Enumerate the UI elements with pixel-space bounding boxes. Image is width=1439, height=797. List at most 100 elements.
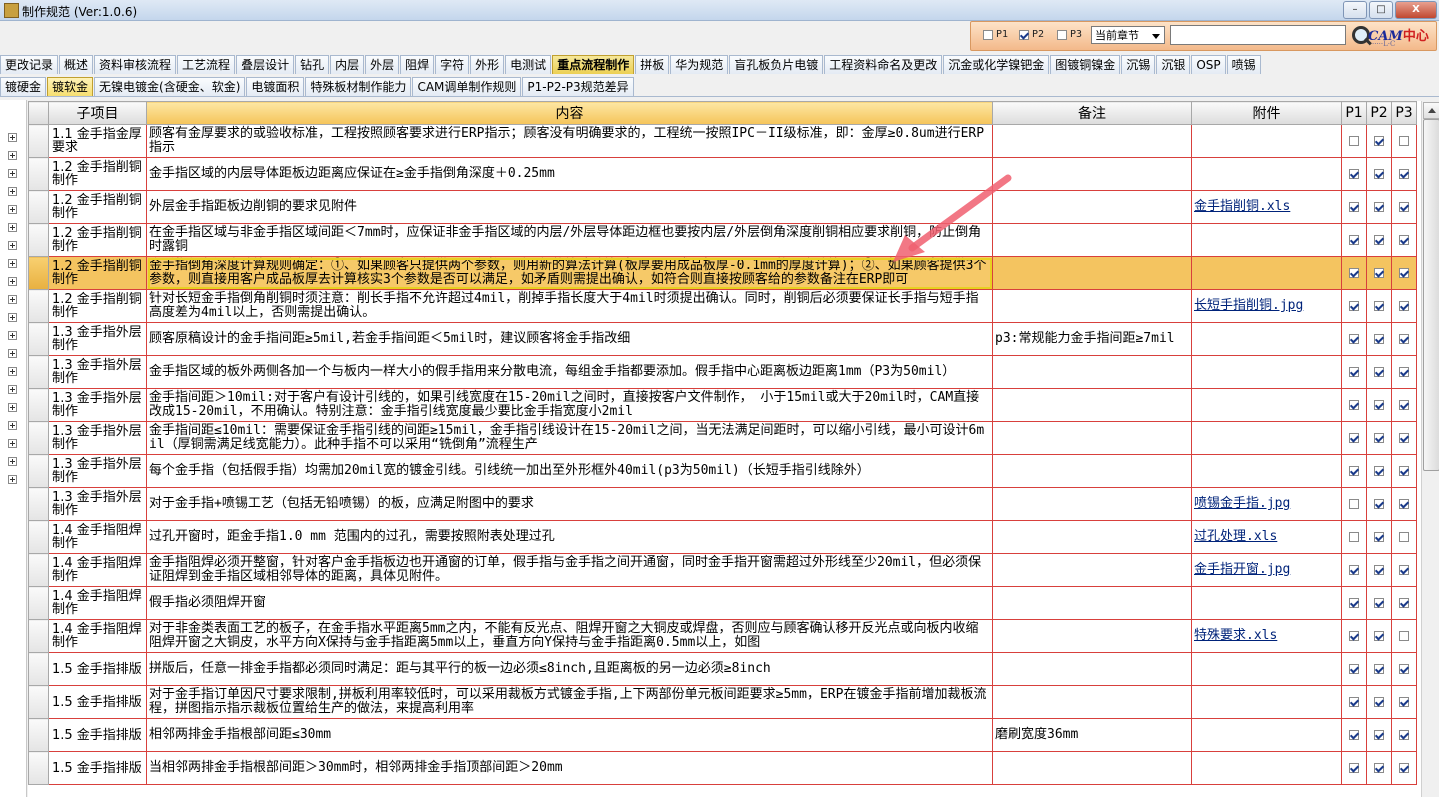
tab-tabs_row1-13[interactable]: 拼板 [635, 55, 670, 74]
row-p3-checkbox[interactable] [1399, 366, 1409, 377]
table-row[interactable]: 1.3 金手指外层制作 对于金手指+喷锡工艺（包括无铅喷锡）的板，应满足附图中的要… [28, 487, 1417, 521]
row-p2-checkbox[interactable] [1374, 135, 1384, 146]
row-p3-checkbox[interactable] [1399, 432, 1409, 443]
expand-plus-icon[interactable] [8, 367, 17, 376]
row-p3-checkbox[interactable] [1399, 300, 1409, 311]
column-header-content[interactable]: 内容 [146, 101, 993, 125]
tab-tabs_row1-7[interactable]: 外层 [365, 55, 400, 74]
row-selector[interactable] [28, 256, 49, 290]
row-p3-checkbox[interactable] [1399, 729, 1409, 740]
table-row[interactable]: 1.3 金手指外层制作 金手指间距≤10mil：需要保证金手指引线的间距≥15mi… [28, 421, 1417, 455]
row-selector[interactable] [28, 751, 49, 785]
table-row[interactable]: 1.4 金手指阻焊制作 金手指阻焊必须开整窗，针对客户金手指板边也开通窗的订单，假… [28, 553, 1417, 587]
scroll-up-arrow-icon[interactable] [1423, 102, 1439, 119]
row-p2-checkbox[interactable] [1374, 432, 1384, 443]
column-header-sub[interactable]: 子项目 [48, 101, 147, 125]
expand-plus-icon[interactable] [8, 259, 17, 268]
row-p1-checkbox[interactable] [1349, 267, 1359, 278]
expand-plus-icon[interactable] [8, 349, 17, 358]
tab-tabs_row1-0[interactable]: 更改记录 [0, 55, 59, 74]
table-row[interactable]: 1.2 金手指削铜制作 金手指区域的内层导体距板边距离应保证在≥金手指倒角深度＋0… [28, 157, 1417, 191]
row-p2-checkbox[interactable] [1374, 366, 1384, 377]
table-row[interactable]: 1.5 金手指排版 对于金手指订单因尺寸要求限制,拼板利用率较低时，可以采用裁板方… [28, 685, 1417, 719]
row-p3-checkbox[interactable] [1399, 201, 1409, 212]
row-p3-checkbox[interactable] [1399, 333, 1409, 344]
tab-tabs_row1-11[interactable]: 电测试 [505, 55, 552, 74]
tab-tabs_row1-12[interactable]: 重点流程制作 [552, 55, 635, 74]
table-row[interactable]: 1.4 金手指阻焊制作 过孔开窗时，距金手指1.0 mm 范围内的过孔，需要按照附… [28, 520, 1417, 554]
table-row[interactable]: 1.5 金手指排版 当相邻两排金手指根部间距＞30mm时，相邻两排金手指顶部间距＞… [28, 751, 1417, 785]
row-selector[interactable] [28, 586, 49, 620]
table-row[interactable]: 1.1 金手指金厚要求 顾客有金厚要求的或验收标准，工程按照顾客要求进行ERP指示… [28, 124, 1417, 158]
expand-plus-icon[interactable] [8, 169, 17, 178]
p1-checkbox[interactable] [983, 29, 993, 40]
table-row[interactable]: 1.2 金手指削铜制作 金手指倒角深度计算规则确定：①、如果顾客只提供两个参数，则… [28, 256, 1417, 290]
expand-plus-icon[interactable] [8, 421, 17, 430]
tab-tabs_row2-3[interactable]: 电镀面积 [246, 77, 305, 96]
row-p2-checkbox[interactable] [1374, 663, 1384, 674]
minimize-button[interactable]: – [1343, 1, 1367, 19]
expand-plus-icon[interactable] [8, 241, 17, 250]
row-p2-checkbox[interactable] [1374, 300, 1384, 311]
tab-tabs_row1-5[interactable]: 钻孔 [295, 55, 330, 74]
tab-tabs_row2-2[interactable]: 无镍电镀金(含硬金、软金) [94, 77, 246, 96]
expand-plus-icon[interactable] [8, 457, 17, 466]
row-p1-checkbox[interactable] [1349, 399, 1359, 410]
table-row[interactable]: 1.2 金手指削铜制作 外层金手指距板边削铜的要求见附件 金手指削铜.xls [28, 190, 1417, 224]
row-p1-checkbox[interactable] [1349, 300, 1359, 311]
row-selector[interactable] [28, 388, 49, 422]
row-selector[interactable] [28, 355, 49, 389]
row-p3-checkbox[interactable] [1399, 465, 1409, 476]
row-attachment-link[interactable]: 长短手指削铜.jpg [1191, 289, 1342, 323]
expand-plus-icon[interactable] [8, 277, 17, 286]
table-row[interactable]: 1.5 金手指排版 拼版后，任意一排金手指都必须同时满足：距与其平行的板一边必须≤… [28, 652, 1417, 686]
row-p2-checkbox[interactable] [1374, 333, 1384, 344]
table-row[interactable]: 1.5 金手指排版 相邻两排金手指根部间距≤30mm 磨刷宽度36mm [28, 718, 1417, 752]
tab-tabs_row1-14[interactable]: 华为规范 [670, 55, 729, 74]
expand-plus-icon[interactable] [8, 313, 17, 322]
expand-plus-icon[interactable] [8, 475, 17, 484]
column-header-p3[interactable]: P3 [1391, 101, 1417, 125]
close-button[interactable]: X [1395, 1, 1437, 19]
row-p1-checkbox[interactable] [1349, 135, 1359, 146]
table-row[interactable]: 1.3 金手指外层制作 金手指间距＞10mil:对于客户有设计引线的，如果引线宽度… [28, 388, 1417, 422]
vertical-scrollbar[interactable] [1421, 101, 1439, 797]
row-p1-checkbox[interactable] [1349, 498, 1359, 509]
row-p2-checkbox[interactable] [1374, 729, 1384, 740]
filter-p1[interactable]: P1 [983, 29, 1008, 41]
expand-plus-icon[interactable] [8, 205, 17, 214]
tab-tabs_row1-19[interactable]: 沉锡 [1121, 55, 1156, 74]
tab-tabs_row1-4[interactable]: 叠层设计 [236, 55, 295, 74]
row-p1-checkbox[interactable] [1349, 663, 1359, 674]
tab-tabs_row1-10[interactable]: 外形 [470, 55, 505, 74]
row-p1-checkbox[interactable] [1349, 696, 1359, 707]
table-row[interactable]: 1.2 金手指削铜制作 在金手指区域与非金手指区域间距＜7mm时，应保证非金手指区… [28, 223, 1417, 257]
row-selector[interactable] [28, 421, 49, 455]
row-p1-checkbox[interactable] [1349, 168, 1359, 179]
row-p3-checkbox[interactable] [1399, 531, 1409, 542]
table-row[interactable]: 1.4 金手指阻焊制作 对于非金类表面工艺的板子，在金手指水平距离5mm之内，不能… [28, 619, 1417, 653]
row-selector[interactable] [28, 322, 49, 356]
row-p2-checkbox[interactable] [1374, 696, 1384, 707]
expand-plus-icon[interactable] [8, 151, 17, 160]
tab-tabs_row1-17[interactable]: 沉金或化学镍钯金 [943, 55, 1050, 74]
tab-tabs_row2-0[interactable]: 镀硬金 [0, 77, 47, 96]
chapter-select[interactable]: 当前章节 [1091, 26, 1165, 44]
row-selector[interactable] [28, 520, 49, 554]
tab-tabs_row1-16[interactable]: 工程资料命名及更改 [824, 55, 943, 74]
column-header-p1[interactable]: P1 [1341, 101, 1367, 125]
expand-plus-icon[interactable] [8, 331, 17, 340]
row-p1-checkbox[interactable] [1349, 333, 1359, 344]
row-p2-checkbox[interactable] [1374, 267, 1384, 278]
row-selector[interactable] [28, 157, 49, 191]
table-row[interactable]: 1.3 金手指外层制作 金手指区域的板外两侧各加一个与板内一样大小的假手指用来分散… [28, 355, 1417, 389]
tab-tabs_row1-22[interactable]: 喷锡 [1226, 55, 1261, 74]
row-selector[interactable] [28, 454, 49, 488]
tab-tabs_row1-3[interactable]: 工艺流程 [177, 55, 236, 74]
row-p3-checkbox[interactable] [1399, 663, 1409, 674]
table-row[interactable]: 1.3 金手指外层制作 顾客原稿设计的金手指间距≥5mil,若金手指间距＜5mil… [28, 322, 1417, 356]
row-p2-checkbox[interactable] [1374, 498, 1384, 509]
row-p3-checkbox[interactable] [1399, 267, 1409, 278]
row-p1-checkbox[interactable] [1349, 729, 1359, 740]
row-p1-checkbox[interactable] [1349, 432, 1359, 443]
